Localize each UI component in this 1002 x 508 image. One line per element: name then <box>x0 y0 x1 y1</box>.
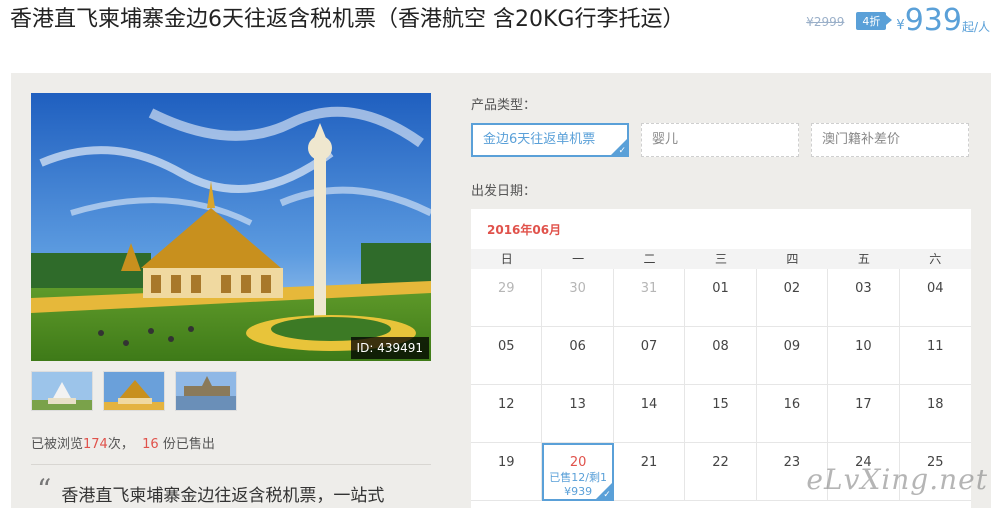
calendar-day-number: 10 <box>855 339 872 354</box>
calendar-day-number: 22 <box>712 455 729 470</box>
weekday-fri: 五 <box>857 252 870 266</box>
calendar-day[interactable]: 15 <box>685 385 757 443</box>
weekday-thu: 四 <box>786 252 799 266</box>
checkmark-icon: ✓ <box>618 146 626 156</box>
type-option-single-ticket[interactable]: 金边6天往返单机票 ✓ <box>471 123 629 157</box>
calendar-day[interactable]: 13 <box>542 385 614 443</box>
calendar-day[interactable]: 08 <box>685 327 757 385</box>
calendar-day[interactable]: 03 <box>828 269 900 327</box>
calendar-day[interactable]: 05 <box>471 327 543 385</box>
checkmark-icon: ✓ <box>603 490 611 500</box>
calendar-day[interactable]: 07 <box>613 327 686 385</box>
thumbnail-1[interactable] <box>31 371 93 411</box>
photo-id-label: ID: 439491 <box>350 337 429 359</box>
calendar-day-number: 19 <box>497 455 515 470</box>
weekday-sat: 六 <box>929 252 942 266</box>
watermark: eLvXing.net <box>806 463 988 496</box>
calendar-day-number: 18 <box>927 397 944 412</box>
calendar-day[interactable]: 14 <box>613 385 686 443</box>
type-option-label: 婴儿 <box>652 132 679 147</box>
divider <box>31 464 431 465</box>
calendar-day-number: 07 <box>640 339 658 354</box>
thumbnail-3[interactable] <box>175 371 237 411</box>
calendar-day-selected[interactable]: 20 已售12/剩1 ¥939 ✓ <box>542 443 614 501</box>
calendar-day-number: 09 <box>783 339 801 354</box>
description: “ 香港直飞柬埔寨金边往返含税机票，一站式 <box>37 473 385 507</box>
calendar-day[interactable]: 19 <box>471 443 543 501</box>
calendar-day-number: 06 <box>569 339 586 354</box>
calendar-day[interactable]: 01 <box>685 269 757 327</box>
calendar-day[interactable]: 02 <box>756 269 829 327</box>
palace-photo-image <box>31 93 431 361</box>
type-option-macau-surcharge[interactable]: 澳门籍补差价 <box>811 123 969 157</box>
weekday-wed: 三 <box>714 252 727 266</box>
weekday-sun: 日 <box>500 252 513 266</box>
main-photo[interactable]: ID: 439491 <box>31 93 431 361</box>
calendar-day[interactable]: 16 <box>756 385 829 443</box>
weekday-tue: 二 <box>643 252 656 266</box>
calendar-day: 31 <box>613 269 686 327</box>
thumbnail-strip <box>31 371 247 411</box>
calendar-day[interactable]: 18 <box>899 385 971 443</box>
price-unit: 起/人 <box>961 19 990 34</box>
product-panel: ID: 439491 已被浏览174次， 16 份已售出 “ 香港直飞柬埔寨金边… <box>11 73 991 508</box>
departure-date-label: 出发日期： <box>471 184 537 199</box>
calendar-day-number: 02 <box>783 281 801 296</box>
calendar-day-number: 21 <box>640 455 658 470</box>
views-middle: 次， <box>107 437 134 452</box>
calendar-day-number: 14 <box>640 397 658 412</box>
view-stats: 已被浏览174次， 16 份已售出 <box>31 433 215 452</box>
product-type-label: 产品类型： <box>471 98 537 113</box>
calendar-day[interactable]: 12 <box>471 385 543 443</box>
calendar-day-number: 17 <box>855 397 872 412</box>
calendar-weekday-header: 日 一 二 三 四 五 六 <box>471 249 971 269</box>
calendar-day-number: 29 <box>497 281 515 296</box>
calendar-day-number: 15 <box>712 397 729 412</box>
thumbnail-image <box>104 372 164 410</box>
calendar-month: 2016年06月 <box>487 223 562 237</box>
quote-icon: “ <box>37 473 52 506</box>
calendar-day[interactable]: 21 <box>613 443 686 501</box>
weekday-mon: 一 <box>572 252 585 266</box>
type-option-label: 金边6天往返单机票 <box>483 132 596 147</box>
calendar-day-number: 01 <box>712 281 729 296</box>
description-text: 香港直飞柬埔寨金边往返含税机票，一站式 <box>61 486 385 506</box>
thumbnail-2[interactable] <box>103 371 165 411</box>
type-option-infant[interactable]: 婴儿 <box>641 123 799 157</box>
original-price: ¥2999 <box>806 15 845 29</box>
thumbnail-image <box>176 372 236 410</box>
sold-suffix: 份已售出 <box>162 437 215 452</box>
calendar-day-number: 13 <box>569 397 586 412</box>
calendar-day-number: 04 <box>927 281 944 296</box>
calendar-day-number: 30 <box>569 281 586 296</box>
view-count: 174 <box>83 437 108 452</box>
calendar-day[interactable]: 06 <box>542 327 614 385</box>
calendar-day-number: 20 <box>569 455 587 470</box>
calendar-day-number: 12 <box>497 397 515 412</box>
calendar-day-number: 11 <box>927 339 944 354</box>
calendar-day-number: 31 <box>640 281 658 296</box>
product-title: 香港直飞柬埔寨金边6天往返含税机票（香港航空 含20KG行李托运） <box>10 7 685 32</box>
calendar-day[interactable]: 10 <box>828 327 900 385</box>
type-option-label: 澳门籍补差价 <box>822 132 901 147</box>
calendar-day[interactable]: 22 <box>685 443 757 501</box>
calendar-day[interactable]: 09 <box>756 327 829 385</box>
calendar-day-number: 05 <box>497 339 515 354</box>
calendar-day-number: 16 <box>783 397 801 412</box>
calendar-day: 29 <box>471 269 543 327</box>
calendar-day[interactable]: 04 <box>899 269 971 327</box>
views-prefix: 已被浏览 <box>31 437 84 452</box>
calendar-day: 30 <box>542 269 614 327</box>
calendar-day[interactable]: 11 <box>899 327 971 385</box>
currency-symbol: ¥ <box>896 17 905 33</box>
discount-badge: 4折 <box>856 12 893 30</box>
calendar-day-number: 03 <box>855 281 872 296</box>
calendar-day-number: 08 <box>712 339 729 354</box>
calendar-day[interactable]: 17 <box>828 385 900 443</box>
price-box: ¥2999 4折 ¥ 939 起/人 <box>806 6 990 36</box>
sold-count: 16 <box>142 437 159 452</box>
current-price: 939 <box>904 3 962 38</box>
thumbnail-image <box>32 372 92 410</box>
